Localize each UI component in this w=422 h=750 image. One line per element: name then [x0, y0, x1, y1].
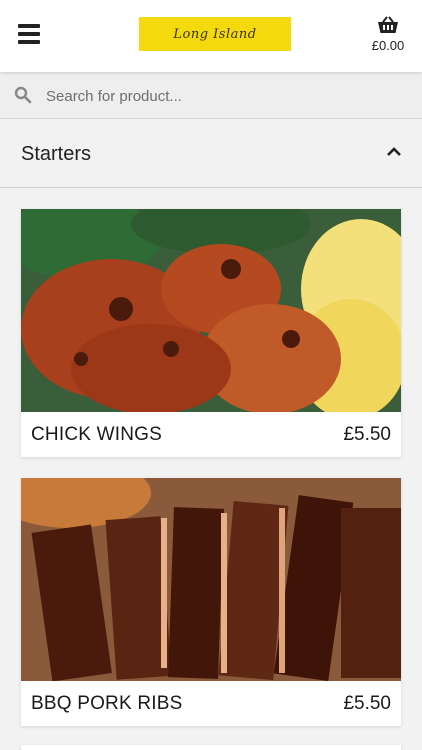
category-header-starters[interactable]: Starters: [0, 120, 422, 188]
product-footer: BBQ PORK RIBS £5.50: [21, 681, 401, 726]
product-card-bbq-pork-ribs[interactable]: BBQ PORK RIBS £5.50: [21, 478, 401, 726]
search-bar: [0, 72, 422, 119]
product-name: CHICK WINGS: [31, 424, 162, 445]
search-input[interactable]: [46, 82, 406, 110]
product-card-partial[interactable]: [21, 745, 401, 750]
basket-button[interactable]: £0.00: [368, 16, 408, 53]
category-title: Starters: [21, 143, 92, 165]
product-price: £5.50: [343, 693, 391, 714]
top-bar: Long Island £0.00: [0, 0, 422, 72]
store-logo[interactable]: Long Island: [139, 17, 291, 51]
product-name: BBQ PORK RIBS: [31, 693, 183, 714]
bbq-pork-ribs-image: [21, 478, 401, 681]
basket-icon: [378, 16, 398, 33]
chick-wings-image: [21, 209, 401, 412]
chevron-up-icon[interactable]: [386, 144, 402, 160]
logo-text: Long Island: [173, 26, 257, 42]
product-price: £5.50: [343, 424, 391, 445]
search-icon: [14, 86, 32, 104]
basket-total: £0.00: [371, 38, 405, 53]
product-footer: CHICK WINGS £5.50: [21, 412, 401, 457]
hamburger-menu-icon[interactable]: [18, 24, 40, 46]
product-card-chick-wings[interactable]: CHICK WINGS £5.50: [21, 209, 401, 457]
